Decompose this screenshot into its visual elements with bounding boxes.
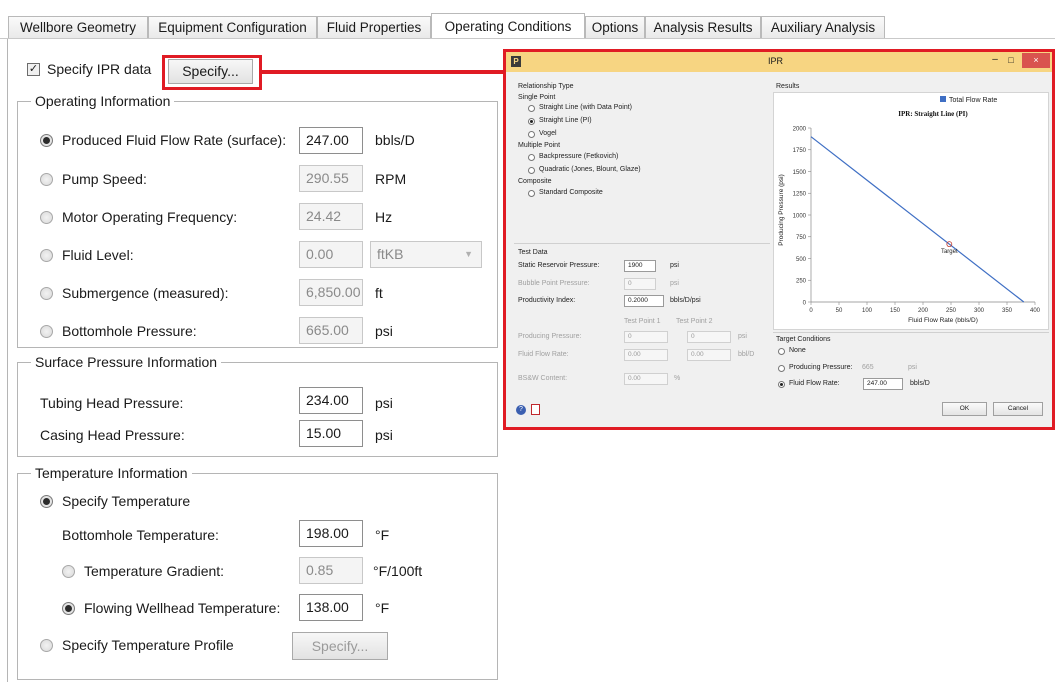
motor-frequency-label: Motor Operating Frequency: xyxy=(62,209,238,225)
pump-speed-radio[interactable] xyxy=(40,173,53,186)
surface-pressure-title: Surface Pressure Information xyxy=(31,354,222,370)
chevron-down-icon: ▼ xyxy=(464,249,473,259)
pump-speed-label: Pump Speed: xyxy=(62,171,147,187)
tab-wellbore-geometry[interactable]: Wellbore Geometry xyxy=(8,16,148,38)
temperature-gradient-label: Temperature Gradient: xyxy=(84,563,225,579)
operating-information-title: Operating Information xyxy=(31,93,175,109)
tab-analysis-results[interactable]: Analysis Results xyxy=(645,16,761,38)
submergence-input: 6,850.00 xyxy=(299,279,363,306)
temperature-gradient-unit: °F/100ft xyxy=(373,563,423,579)
flow-rate-label: Produced Fluid Flow Rate (surface): xyxy=(62,132,287,148)
bottomhole-pressure-radio[interactable] xyxy=(40,325,53,338)
temperature-title: Temperature Information xyxy=(31,465,192,481)
specify-ipr-checkbox[interactable]: ✓ xyxy=(27,63,40,76)
tubing-head-pressure-unit: psi xyxy=(375,395,393,411)
tab-equipment-configuration[interactable]: Equipment Configuration xyxy=(148,16,317,38)
temperature-profile-button: Specify... xyxy=(292,632,388,660)
wellhead-temperature-unit: °F xyxy=(375,600,390,616)
wellhead-temperature-input[interactable]: 138.00 xyxy=(299,594,363,621)
tubing-head-pressure-label: Tubing Head Pressure: xyxy=(40,395,184,411)
wellhead-temperature-label: Flowing Wellhead Temperature: xyxy=(84,600,281,616)
tab-divider xyxy=(0,38,1055,39)
motor-frequency-input: 24.42 xyxy=(299,203,363,230)
fluid-level-unit: ftKB xyxy=(377,246,404,262)
bottomhole-pressure-unit: psi xyxy=(375,323,393,339)
panel-left-border xyxy=(7,39,8,682)
casing-head-pressure-input[interactable]: 15.00 xyxy=(299,420,363,447)
casing-head-pressure-unit: psi xyxy=(375,427,393,443)
motor-frequency-radio[interactable] xyxy=(40,211,53,224)
specify-ipr-label: Specify IPR data xyxy=(47,61,152,77)
fluid-level-radio[interactable] xyxy=(40,249,53,262)
temperature-gradient-input: 0.85 xyxy=(299,557,363,584)
bottomhole-temperature-input[interactable]: 198.00 xyxy=(299,520,363,547)
flow-rate-input[interactable]: 247.00 xyxy=(299,127,363,154)
motor-frequency-unit: Hz xyxy=(375,209,393,225)
submergence-label: Submergence (measured): xyxy=(62,285,229,301)
tab-bar: Wellbore Geometry Equipment Configuratio… xyxy=(0,0,1055,40)
bottomhole-temperature-unit: °F xyxy=(375,527,390,543)
fluid-level-unit-select: ftKB ▼ xyxy=(370,241,482,268)
fluid-level-label: Fluid Level: xyxy=(62,247,134,263)
submergence-unit: ft xyxy=(375,285,383,301)
bottomhole-temperature-label: Bottomhole Temperature: xyxy=(62,527,219,543)
tab-fluid-properties[interactable]: Fluid Properties xyxy=(317,16,431,38)
wellhead-temperature-radio[interactable] xyxy=(62,602,75,615)
temperature-profile-label: Specify Temperature Profile xyxy=(62,637,234,653)
specify-temperature-label: Specify Temperature xyxy=(62,493,191,509)
casing-head-pressure-label: Casing Head Pressure: xyxy=(40,427,185,443)
flow-rate-radio[interactable] xyxy=(40,134,53,147)
bottomhole-pressure-input: 665.00 xyxy=(299,317,363,344)
temperature-profile-radio[interactable] xyxy=(40,639,53,652)
pump-speed-input: 290.55 xyxy=(299,165,363,192)
fluid-level-input: 0.00 xyxy=(299,241,363,268)
tab-operating-conditions[interactable]: Operating Conditions xyxy=(431,13,585,39)
highlight-box-specify xyxy=(162,55,262,90)
flow-rate-unit: bbls/D xyxy=(375,132,415,148)
specify-temperature-radio[interactable] xyxy=(40,495,53,508)
highlight-connector xyxy=(262,70,508,74)
bottomhole-pressure-label: Bottomhole Pressure: xyxy=(62,323,197,339)
tab-auxiliary-analysis[interactable]: Auxiliary Analysis xyxy=(761,16,885,38)
pump-speed-unit: RPM xyxy=(375,171,407,187)
submergence-radio[interactable] xyxy=(40,287,53,300)
tab-options[interactable]: Options xyxy=(585,16,645,38)
highlight-box-dialog xyxy=(503,49,1055,430)
tubing-head-pressure-input[interactable]: 234.00 xyxy=(299,387,363,414)
temperature-gradient-radio[interactable] xyxy=(62,565,75,578)
